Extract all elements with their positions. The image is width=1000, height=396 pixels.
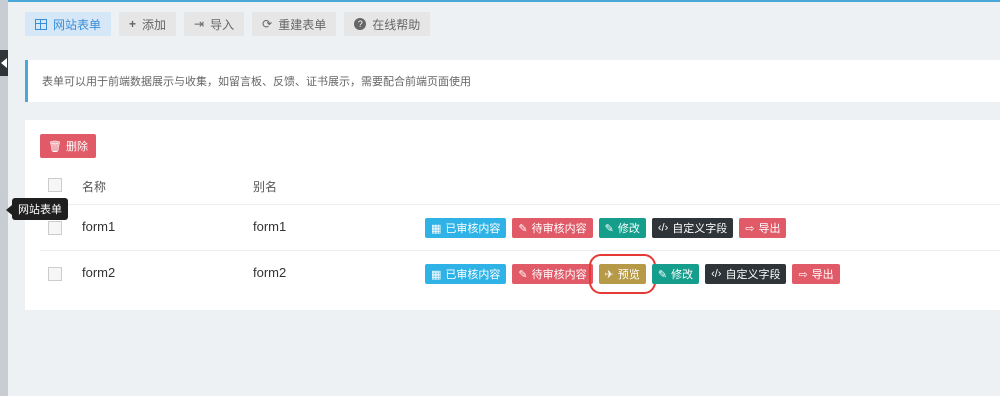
reviewed-content-button[interactable]: ▦ 已审核内容 [425,264,507,284]
table-header: 名称 别名 [40,174,1000,198]
import-button[interactable]: ⇥ 导入 [184,12,245,36]
export-icon: ⇨ [745,222,755,235]
edit-icon: ✎ [518,268,528,281]
action-label: 自定义字段 [672,223,728,235]
info-text: 表单可以用于前端数据展示与收集，如留言板、反馈、证书展示，需要配合前端页面使用 [42,76,471,88]
delete-label: 删除 [65,141,88,153]
form-name: form2 [82,265,116,280]
code-icon: ‹/› [657,222,669,234]
table-row: form1 form1 ▦ 已审核内容 ✎ 待审核内容 ✎ 修改 ‹/› 自定义… [40,204,1000,251]
action-label: 已审核内容 [445,223,501,235]
select-all-checkbox[interactable] [48,178,62,192]
table-icon: ▦ [431,222,442,235]
custom-fields-button[interactable]: ‹/› 自定义字段 [651,218,734,238]
action-label: 导出 [811,269,834,281]
row-checkbox[interactable] [48,267,62,281]
plus-icon: + [129,17,137,31]
help-icon: ? [354,18,367,30]
reviewed-content-button[interactable]: ▦ 已审核内容 [425,218,507,238]
export-button[interactable]: ⇨ 导出 [792,264,840,284]
forms-panel: 🗑 删除 名称 别名 form1 form1 ▦ 已审核内容 ✎ 待审核内容 ✎… [25,120,1000,310]
action-label: 待审核内容 [531,269,587,281]
action-label: 修改 [617,223,640,235]
form-alias: form2 [253,265,287,280]
code-icon: ‹/› [711,268,722,280]
edit-button[interactable]: ✎ 修改 [651,264,700,284]
add-button[interactable]: + 添加 [119,12,177,36]
import-icon: ⇥ [194,17,205,31]
sidebar-collapse-button[interactable] [0,50,8,76]
pending-content-button[interactable]: ✎ 待审核内容 [512,218,593,238]
tab-label: 添加 [142,17,167,32]
row-actions: ▦ 已审核内容 ✎ 待审核内容 ✎ 修改 ‹/› 自定义字段 ⇨ 导出 [425,218,787,238]
action-label: 待审核内容 [531,223,587,235]
info-callout: 表单可以用于前端数据展示与收集，如留言板、反馈、证书展示，需要配合前端页面使用 [25,60,1000,102]
delete-button[interactable]: 🗑 删除 [40,134,96,158]
trash-icon: 🗑 [48,140,62,153]
sidebar-tooltip: 网站表单 [6,198,68,220]
tooltip-text: 网站表单 [18,204,62,216]
tab-label: 重建表单 [278,17,327,32]
edit-button[interactable]: ✎ 修改 [598,218,646,238]
edit-icon: ✎ [518,222,528,235]
online-help-button[interactable]: ? 在线帮助 [344,12,431,36]
custom-fields-button[interactable]: ‹/› 自定义字段 [705,264,787,284]
tab-label: 在线帮助 [372,17,421,32]
tab-website-forms[interactable]: 网站表单 [25,12,112,36]
rebuild-form-button[interactable]: ⟳ 重建表单 [252,12,337,36]
form-name: form1 [82,219,116,234]
action-label: 已审核内容 [445,269,501,281]
tab-bar: 网站表单 + 添加 ⇥ 导入 ⟳ 重建表单 ? 在线帮助 [25,12,431,36]
pending-content-button[interactable]: ✎ 待审核内容 [512,264,593,284]
edit-icon: ✎ [604,222,614,235]
preview-button[interactable]: ✈ 预览 [588,254,656,294]
action-label: 导出 [758,223,781,235]
export-button[interactable]: ⇨ 导出 [739,218,787,238]
export-icon: ⇨ [798,268,808,281]
top-accent-line [0,0,1000,2]
action-label: 预览 [617,269,640,281]
refresh-icon: ⟳ [262,17,273,31]
table-row: form2 form2 ▦ 已审核内容 ✎ 待审核内容 ✈ 预览 ✎ 修改 ‹/… [40,250,1000,297]
header-name: 名称 [82,180,107,194]
edit-icon: ✎ [657,268,668,281]
table-icon: ▦ [431,268,442,281]
paper-plane-icon: ✈ [604,268,614,281]
header-alias: 别名 [253,180,278,194]
action-label: 自定义字段 [725,269,781,281]
tab-label: 网站表单 [53,17,102,32]
row-checkbox[interactable] [48,221,62,235]
form-alias: form1 [253,219,287,234]
action-label: 修改 [671,269,694,281]
table-icon [35,18,47,30]
row-actions: ▦ 已审核内容 ✎ 待审核内容 ✈ 预览 ✎ 修改 ‹/› 自定义字段 ⇨ 导出 [425,254,840,294]
tab-label: 导入 [210,17,235,32]
